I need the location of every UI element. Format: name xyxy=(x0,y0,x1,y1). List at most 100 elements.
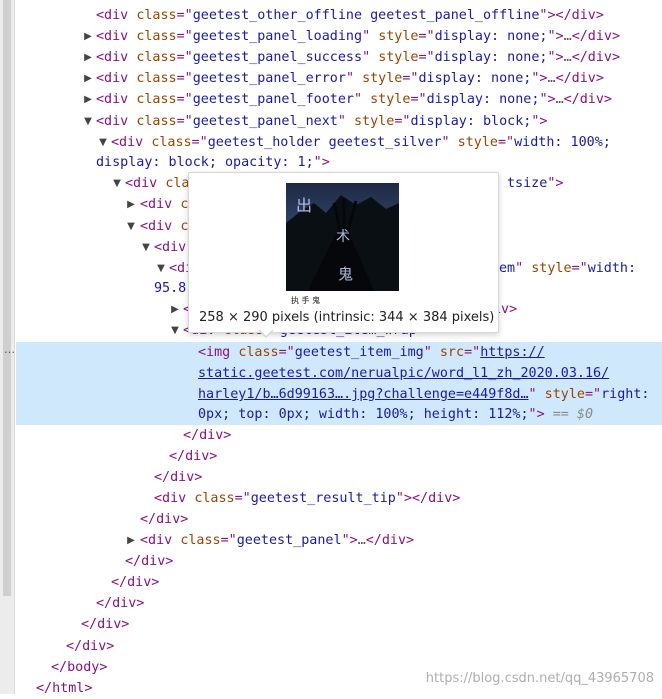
tree-row-panel-footer[interactable]: ▶ <div class="geetest_panel_footer" style… xyxy=(16,89,662,110)
expand-arrow-icon[interactable]: ▶ xyxy=(126,194,136,215)
collapse-arrow-icon[interactable]: ▼ xyxy=(112,173,122,194)
code-token-an: src xyxy=(439,345,465,360)
code-token-av: 95.8 xyxy=(154,281,187,296)
tree-row-close-div[interactable]: </div> xyxy=(16,614,662,635)
expand-arrow-icon[interactable]: ▶ xyxy=(126,530,136,551)
tree-row-panel-error[interactable]: ▶ <div class="geetest_panel_error" style=… xyxy=(16,68,662,89)
code-token-an: style xyxy=(362,71,403,86)
expand-arrow-icon[interactable]: ▶ xyxy=(83,26,93,47)
code-token-tag: "> xyxy=(539,8,556,23)
tree-row-text: static.geetest.com/nerualpic/word_l1_zh_… xyxy=(198,363,609,384)
code-token-lnk[interactable]: https:// xyxy=(480,345,545,360)
code-token-tag: "> xyxy=(531,114,548,129)
code-token-lnk[interactable]: harley1/b…6d99163….jpg?challenge=e449f8d… xyxy=(198,387,529,402)
expand-arrow-icon[interactable]: ▶ xyxy=(170,299,180,320)
code-token-an: style xyxy=(544,387,585,402)
code-token-tag: <div xyxy=(96,50,137,65)
code-token-an: class xyxy=(136,8,177,23)
code-token-av: geetest_panel_loading xyxy=(192,29,363,44)
code-token-tag: =" xyxy=(418,29,435,44)
tree-row-panel[interactable]: ▶ <div class="geetest_panel">…</div> xyxy=(16,530,662,551)
tooltip-arrow xyxy=(259,329,273,336)
code-token-an: cla xyxy=(165,176,190,191)
expand-arrow-icon[interactable]: ▶ xyxy=(83,68,93,89)
code-token-tag: =" xyxy=(191,135,208,150)
tree-row-holder-cont[interactable]: display: block; opacity: 1;"> xyxy=(16,152,662,173)
code-token-an: class xyxy=(136,50,177,65)
code-token-av: tsize xyxy=(507,176,548,191)
tree-row-close-div[interactable]: </div> xyxy=(16,572,662,593)
tree-row-text: 0px; top: 0px; width: 100%; height: 112%… xyxy=(198,404,593,425)
tree-row-item-img-selected[interactable]: <img class="geetest_item_img" src="https… xyxy=(16,342,662,363)
tree-row-panel-success[interactable]: ▶ <div class="geetest_panel_success" styl… xyxy=(16,47,662,68)
code-token-tag: " xyxy=(515,261,532,276)
tree-row-text: </div> xyxy=(66,636,114,657)
code-token-av: width: xyxy=(587,261,637,276)
captcha-char: 术 xyxy=(336,229,350,245)
code-token-tag: " xyxy=(362,50,379,65)
tree-row-result-tip[interactable]: <div class="geetest_result_tip"></div> xyxy=(16,488,662,509)
code-token-an: style xyxy=(457,135,498,150)
tree-row-text: </div> xyxy=(125,551,173,572)
tree-row-close-div[interactable]: </div> xyxy=(16,467,662,488)
collapse-arrow-icon[interactable]: ▼ xyxy=(170,320,180,341)
code-token-ell: … xyxy=(563,29,572,44)
tree-row-panel-offline[interactable]: <div class="geetest_other_offline geetes… xyxy=(16,5,662,26)
tree-row-text: <div c xyxy=(140,216,188,237)
code-token-av: geetest_item_img xyxy=(294,345,424,360)
more-options-icon[interactable]: … xyxy=(4,343,16,356)
tree-row-item-img-style[interactable]: 0px; top: 0px; width: 100%; height: 112%… xyxy=(16,404,662,425)
tree-row-close-div[interactable]: </div> xyxy=(16,446,662,467)
code-token-tag: </div> xyxy=(365,533,415,548)
collapse-arrow-icon[interactable]: ▼ xyxy=(98,132,108,153)
code-token-tag: =" xyxy=(571,261,588,276)
code-token-tag: "> xyxy=(539,92,556,107)
tree-row-panel-next[interactable]: ▼ <div class="geetest_panel_next" style="… xyxy=(16,111,662,132)
expand-arrow-icon[interactable]: ▶ xyxy=(83,47,93,68)
tree-row-text: </body> xyxy=(51,657,107,678)
code-token-lnk[interactable]: static.geetest.com/nerualpic/word_l1_zh_… xyxy=(198,366,609,381)
collapse-arrow-icon[interactable]: ▼ xyxy=(156,258,166,279)
tree-row-text: </div> xyxy=(154,467,202,488)
code-token-tag: </div> xyxy=(169,449,218,464)
code-token-tag: <img xyxy=(198,345,239,360)
collapse-arrow-icon[interactable]: ▼ xyxy=(126,216,136,237)
tree-row-close-div[interactable]: </div> xyxy=(16,425,662,446)
code-token-av: geetest_other_offline geetest_panel_offl… xyxy=(192,8,540,23)
tree-row-item-img-url-2[interactable]: harley1/b…6d99163….jpg?challenge=e449f8d… xyxy=(16,384,662,405)
tree-row-close-div[interactable]: </div> xyxy=(16,551,662,572)
tree-row-text: <img class="geetest_item_img" src="https… xyxy=(198,342,545,363)
scrollbar-thumb[interactable] xyxy=(3,0,11,596)
code-token-tag: </div> xyxy=(140,512,189,527)
captcha-char: 出 xyxy=(296,196,312,215)
image-preview-tooltip: 出 术 鬼 执 手 鬼 258 × 290 pixels (intrinsic:… xyxy=(188,172,499,333)
tree-row-close-div[interactable]: </div> xyxy=(16,636,662,657)
code-token-an: class xyxy=(194,491,235,506)
elements-tree: <div class="geetest_other_offline geetes… xyxy=(16,0,662,696)
code-token-tag: =" xyxy=(418,50,435,65)
tree-row-panel-loading[interactable]: ▶ <div class="geetest_panel_loading" styl… xyxy=(16,26,662,47)
tree-row-text: </div> xyxy=(183,425,231,446)
code-token-tag: =" xyxy=(410,92,427,107)
code-token-tag: </div> xyxy=(183,428,232,443)
code-token-tag: </div> xyxy=(154,470,203,485)
tree-row-text: <div c xyxy=(140,194,188,215)
code-token-tag: " xyxy=(362,29,379,44)
tree-row-close-div[interactable]: </div> xyxy=(16,593,662,614)
collapse-arrow-icon[interactable]: ▼ xyxy=(141,237,151,258)
code-token-av: width: 100%; xyxy=(514,135,611,150)
tree-row-text: <div class="geetest_result_tip"></div> xyxy=(154,488,460,509)
tree-row-text: <div class="geetest_panel_footer" style=… xyxy=(96,89,612,110)
code-token-an: style xyxy=(378,50,419,65)
tree-row-close-div[interactable]: </div> xyxy=(16,509,662,530)
code-token-tag: " xyxy=(337,114,354,129)
tree-row-text: </html> xyxy=(36,678,92,699)
tree-row-item-img-url-1[interactable]: static.geetest.com/nerualpic/word_l1_zh_… xyxy=(16,363,662,384)
collapse-arrow-icon[interactable]: ▼ xyxy=(83,111,93,132)
code-token-tag: " xyxy=(528,387,545,402)
tree-row-holder[interactable]: ▼ <div class="geetest_holder geetest_silv… xyxy=(16,132,662,153)
code-token-tag: " xyxy=(441,135,458,150)
code-token-tag: =" xyxy=(234,491,251,506)
expand-arrow-icon[interactable]: ▶ xyxy=(83,89,93,110)
tree-row-text: </div> xyxy=(81,614,129,635)
